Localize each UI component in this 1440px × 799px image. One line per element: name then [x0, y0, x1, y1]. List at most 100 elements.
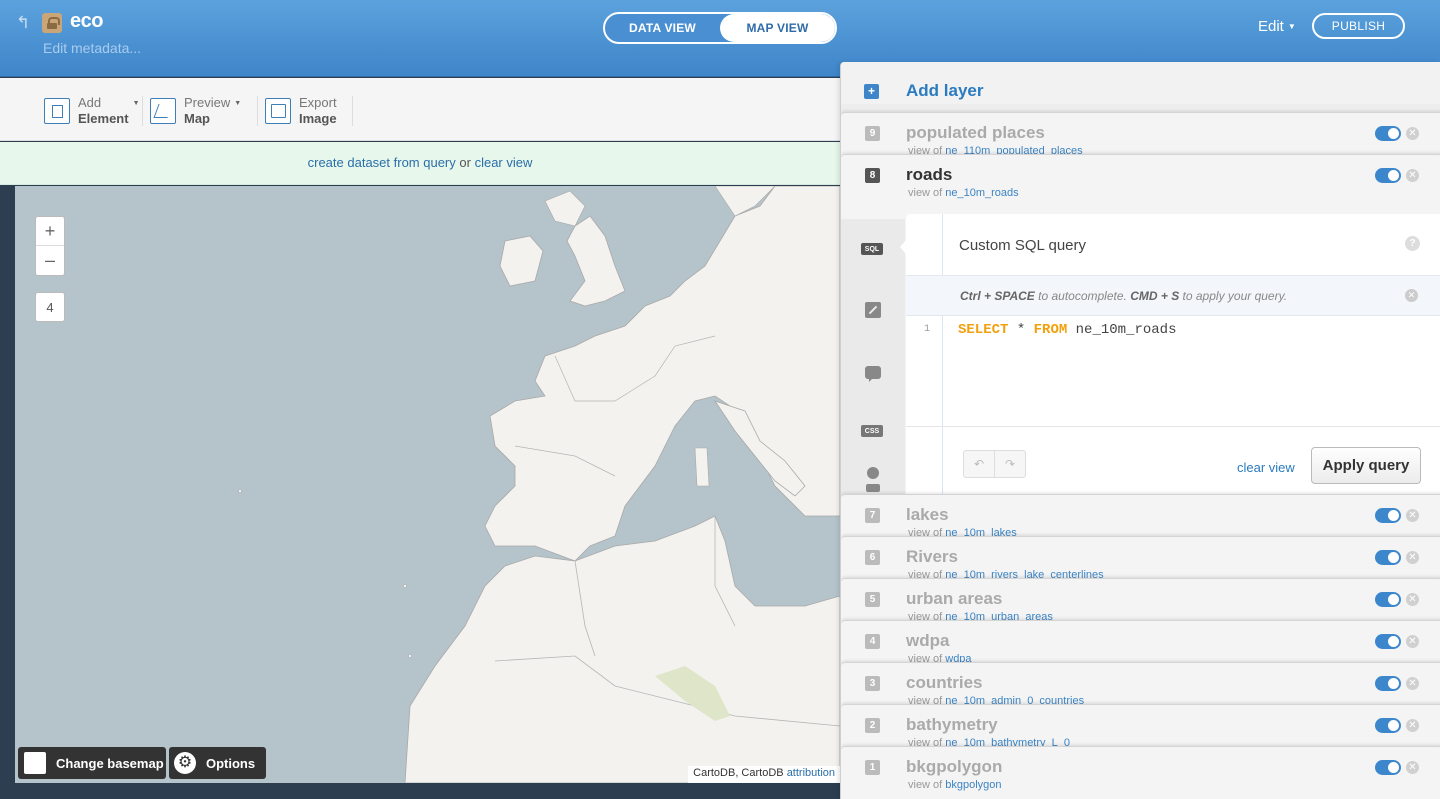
sql-code-editor[interactable]: SELECT * FROM ne_10m_roads	[958, 322, 1176, 338]
layer-source-link[interactable]: ne_10m_roads	[945, 187, 1018, 199]
add-element-label-2: Element	[78, 111, 129, 126]
layer-number: 4	[865, 634, 880, 649]
close-icon[interactable]: ✕	[1406, 677, 1419, 690]
layer-number: 5	[865, 592, 880, 607]
map-title[interactable]: eco	[70, 10, 103, 33]
layer-item-roads[interactable]: 8 roads view of ne_10m_roads ✕ SQL CSS Cu…	[841, 154, 1440, 514]
brush-icon	[865, 302, 881, 318]
layer-item-bkgpolygon[interactable]: 1 bkgpolygon view of bkgpolygon ✕	[841, 746, 1440, 799]
change-basemap-button[interactable]: Change basemap	[18, 747, 166, 779]
layer-visibility-toggle[interactable]	[1375, 550, 1401, 565]
export-image-button[interactable]: Export Image	[265, 94, 337, 128]
change-basemap-label: Change basemap	[56, 755, 164, 771]
speech-bubble-icon	[865, 365, 881, 382]
zoom-out-button[interactable]: –	[36, 246, 64, 275]
publish-button[interactable]: PUBLISH	[1312, 13, 1405, 39]
hint-mid: to autocomplete.	[1034, 289, 1131, 303]
layer-number: 1	[865, 760, 880, 775]
close-icon[interactable]: ✕	[1406, 551, 1419, 564]
sql-star: *	[1008, 322, 1034, 338]
zoom-in-button[interactable]: +	[36, 217, 64, 246]
basemap-swatch-icon	[24, 752, 46, 774]
wizard-tab[interactable]	[861, 301, 885, 319]
layer-visibility-toggle[interactable]	[1375, 168, 1401, 183]
layer-visibility-toggle[interactable]	[1375, 126, 1401, 141]
add-layer-label: Add layer	[906, 81, 984, 100]
view-of-text: view of	[908, 187, 943, 199]
layer-visibility-toggle[interactable]	[1375, 508, 1401, 523]
layer-visibility-toggle[interactable]	[1375, 676, 1401, 691]
pane-pointer	[900, 240, 906, 254]
basemap	[238, 186, 840, 783]
layer-side-tabs: SQL CSS	[841, 219, 905, 509]
clear-view-link[interactable]: clear view	[1237, 460, 1295, 475]
close-icon[interactable]: ✕	[1406, 761, 1419, 774]
hint-shortcut-1: Ctrl + SPACE	[960, 289, 1035, 303]
sql-hint-text: Ctrl + SPACE to autocomplete. CMD + S to…	[960, 289, 1287, 303]
add-layer-button[interactable]: + Add layer	[841, 62, 1440, 104]
layer-name[interactable]: Rivers	[906, 547, 958, 567]
sql-tab[interactable]: SQL	[861, 243, 883, 255]
edit-metadata-link[interactable]: Edit metadata...	[43, 40, 141, 56]
layer-name[interactable]: bathymetry	[906, 715, 998, 735]
caret-down-icon: ▼	[132, 100, 140, 107]
layer-name[interactable]: countries	[906, 673, 983, 693]
layer-visibility-toggle[interactable]	[1375, 634, 1401, 649]
sql-table-name: ne_10m_roads	[1067, 322, 1177, 338]
options-button[interactable]: ⚙ Options	[169, 747, 266, 779]
attribution-text: CartoDB, CartoDB	[693, 767, 784, 779]
close-icon[interactable]: ✕	[1406, 719, 1419, 732]
caret-down-icon: ▼	[234, 100, 242, 107]
close-icon[interactable]: ✕	[1406, 593, 1419, 606]
zoom-level-indicator: 4	[35, 292, 65, 322]
plus-icon: +	[864, 84, 879, 99]
or-text: or	[459, 155, 471, 170]
legend-tab[interactable]	[861, 467, 885, 492]
data-view-tab[interactable]: DATA VIEW	[605, 14, 720, 42]
sql-keyword-select: SELECT	[958, 322, 1009, 338]
redo-button[interactable]: ↷	[995, 451, 1025, 477]
layer-number: 6	[865, 550, 880, 565]
layer-visibility-toggle[interactable]	[1375, 718, 1401, 733]
edit-menu-label: Edit	[1258, 18, 1284, 35]
close-icon[interactable]: ✕	[1406, 169, 1419, 182]
close-hint-icon[interactable]: ✕	[1405, 289, 1418, 302]
close-icon[interactable]: ✕	[1406, 509, 1419, 522]
layer-name[interactable]: bkgpolygon	[906, 757, 1002, 777]
map-view-tab[interactable]: MAP VIEW	[720, 14, 835, 42]
layer-visibility-toggle[interactable]	[1375, 592, 1401, 607]
gutter-divider	[942, 214, 943, 514]
add-element-button[interactable]: Add Element ▼	[44, 94, 140, 128]
layer-name[interactable]: roads	[906, 165, 952, 185]
divider	[352, 96, 353, 126]
layer-number: 7	[865, 508, 880, 523]
layer-name[interactable]: urban areas	[906, 589, 1002, 609]
attribution-link[interactable]: attribution	[787, 767, 835, 779]
layer-number: 2	[865, 718, 880, 733]
layer-source-link[interactable]: bkgpolygon	[945, 779, 1001, 791]
layers-panel: + Add layer 9 populated places view of ne…	[840, 62, 1440, 799]
map-canvas[interactable]: + – 4 Change basemap ⚙ Options CartoDB, …	[15, 186, 840, 783]
layer-visibility-toggle[interactable]	[1375, 760, 1401, 775]
close-icon[interactable]: ✕	[1406, 127, 1419, 140]
clear-view-link[interactable]: clear view	[475, 155, 533, 170]
edit-menu[interactable]: Edit ▼	[1258, 18, 1296, 35]
infowindow-tab[interactable]	[861, 363, 885, 382]
preview-map-label-1: Preview	[184, 95, 231, 110]
close-icon[interactable]: ✕	[1406, 635, 1419, 648]
help-icon[interactable]: ?	[1405, 236, 1420, 251]
apply-query-button[interactable]: Apply query	[1311, 447, 1421, 484]
layer-name[interactable]: populated places	[906, 123, 1045, 143]
layer-name[interactable]: lakes	[906, 505, 949, 525]
hint-shortcut-2: CMD + S	[1130, 289, 1180, 303]
layer-name[interactable]: wdpa	[906, 631, 949, 651]
create-dataset-link[interactable]: create dataset from query	[308, 155, 456, 170]
divider	[142, 96, 143, 126]
css-tab[interactable]: CSS	[861, 425, 883, 437]
preview-map-label-2: Map	[184, 111, 210, 126]
back-arrow-icon[interactable]: ↰	[16, 14, 34, 32]
undo-button[interactable]: ↶	[964, 451, 995, 477]
lock-icon[interactable]	[42, 13, 62, 33]
options-label: Options	[206, 755, 256, 771]
preview-map-button[interactable]: Preview Map ▼	[150, 94, 241, 128]
